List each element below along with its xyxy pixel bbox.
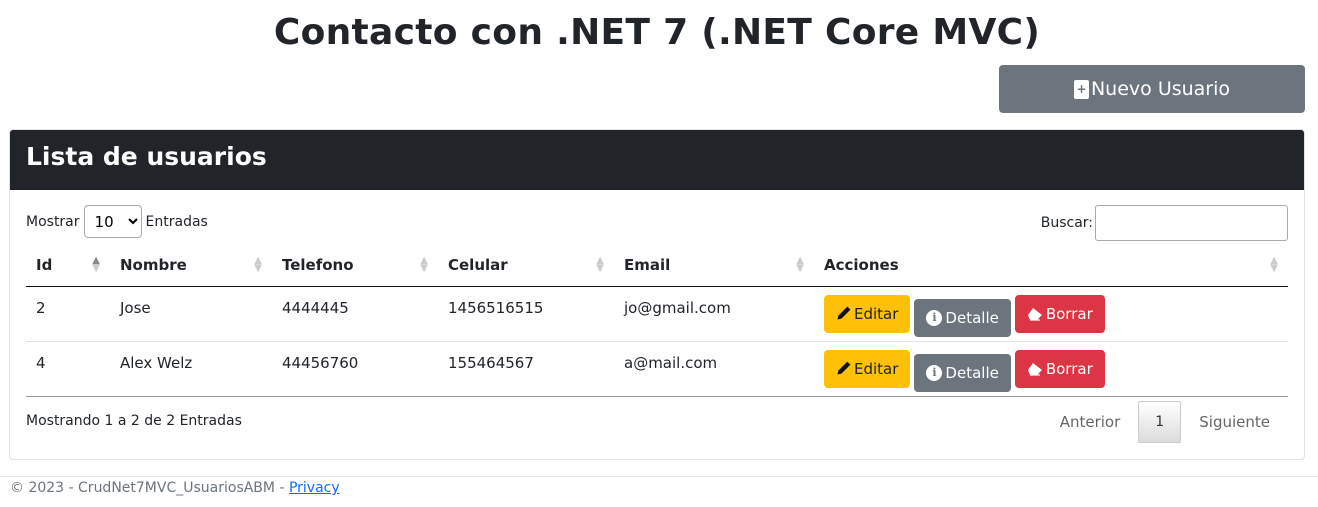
users-card: Lista de usuarios Mostrar 10 Entradas Bu… — [9, 129, 1305, 460]
pagination-page-current[interactable]: 1 — [1138, 401, 1182, 443]
table-header-row: Id ▲ ▼ Nombre ▲ ▼ Telefono ▲ ▼ Celular ▲ ▼ E… — [26, 245, 1288, 287]
cell-email: a@mail.com — [614, 341, 814, 397]
cell-celular: 155464567 — [438, 341, 614, 397]
delete-button-label: Borrar — [1045, 305, 1093, 323]
sort-icon: ▲ ▼ — [420, 255, 428, 274]
cell-nombre: Alex Welz — [110, 341, 272, 397]
cell-celular: 1456516515 — [438, 286, 614, 342]
column-header-label: Nombre — [120, 256, 187, 275]
cell-id: 4 — [26, 341, 110, 397]
column-header-label: Acciones — [824, 256, 899, 275]
cell-email: jo@gmail.com — [614, 286, 814, 342]
footer-text: © 2023 - CrudNet7MVC_UsuariosABM - — [10, 480, 289, 496]
table-row: 2 Jose 4444445 1456516515 jo@gmail.com E… — [26, 286, 1288, 342]
edit-button[interactable]: Editar — [824, 349, 911, 388]
search-control: Buscar: — [1041, 205, 1288, 241]
sort-icon: ▲ ▼ — [1270, 255, 1278, 274]
eraser-icon — [1027, 362, 1043, 376]
column-header-email[interactable]: Email ▲ ▼ — [614, 245, 814, 287]
detail-button[interactable]: i Detalle — [914, 353, 1011, 392]
column-header-celular[interactable]: Celular ▲ ▼ — [438, 245, 614, 287]
column-header-label: Celular — [448, 256, 508, 275]
pencil-icon — [836, 361, 851, 376]
sort-icon: ▲ ▼ — [596, 255, 604, 274]
privacy-link[interactable]: Privacy — [289, 480, 340, 496]
search-label: Buscar: — [1040, 215, 1093, 231]
column-header-label: Email — [624, 256, 671, 275]
edit-button-label: Editar — [854, 359, 899, 378]
info-circle-icon: i — [926, 309, 943, 326]
column-header-acciones[interactable]: Acciones ▲ ▼ — [814, 245, 1288, 287]
pagination-previous[interactable]: Anterior — [1042, 413, 1139, 431]
cell-actions: Editar i Detalle Borrar — [814, 341, 1288, 397]
column-header-label: Id — [36, 256, 53, 275]
column-header-nombre[interactable]: Nombre ▲ ▼ — [110, 245, 272, 287]
cell-actions: Editar i Detalle Borrar — [814, 286, 1288, 342]
delete-button[interactable]: Borrar — [1014, 295, 1105, 333]
plus-square-icon: + — [1073, 79, 1089, 99]
info-circle-icon: i — [926, 364, 943, 381]
pencil-icon — [836, 306, 851, 321]
cell-id: 2 — [26, 286, 110, 342]
length-suffix: Entradas — [145, 213, 208, 230]
delete-button-label: Borrar — [1045, 360, 1093, 378]
detail-button[interactable]: i Detalle — [914, 298, 1011, 337]
edit-button[interactable]: Editar — [824, 294, 911, 333]
card-title: Lista de usuarios — [26, 142, 267, 171]
edit-button-label: Editar — [854, 304, 899, 323]
sort-asc-icon: ▲ ▼ — [92, 255, 100, 274]
pagination: Anterior 1 Siguiente — [1042, 401, 1288, 443]
detail-button-label: Detalle — [945, 308, 999, 327]
table-info: Mostrando 1 a 2 de 2 Entradas — [26, 413, 242, 429]
cell-telefono: 4444445 — [272, 286, 438, 342]
cell-telefono: 44456760 — [272, 341, 438, 397]
new-user-button[interactable]: + Nuevo Usuario — [999, 65, 1305, 113]
length-control: Mostrar 10 Entradas — [26, 205, 208, 238]
entries-select[interactable]: 10 — [83, 205, 142, 238]
eraser-icon — [1027, 307, 1043, 321]
page-title: Contacto con .NET 7 (.NET Core MVC) — [273, 12, 1041, 53]
delete-button[interactable]: Borrar — [1014, 350, 1105, 388]
users-table: Id ▲ ▼ Nombre ▲ ▼ Telefono ▲ ▼ Celular ▲ ▼ E… — [26, 245, 1288, 397]
cell-nombre: Jose — [110, 286, 272, 342]
sort-icon: ▲ ▼ — [254, 255, 262, 274]
footer-divider — [0, 476, 1318, 477]
card-header: Lista de usuarios — [10, 130, 1304, 190]
new-user-button-label: Nuevo Usuario — [1090, 78, 1231, 100]
pagination-next[interactable]: Siguiente — [1181, 413, 1288, 431]
column-header-label: Telefono — [282, 256, 354, 275]
search-input[interactable] — [1095, 205, 1288, 241]
column-header-id[interactable]: Id ▲ ▼ — [26, 245, 110, 287]
footer: © 2023 - CrudNet7MVC_UsuariosABM - Priva… — [10, 480, 340, 496]
table-row: 4 Alex Welz 44456760 155464567 a@mail.co… — [26, 341, 1288, 397]
column-header-telefono[interactable]: Telefono ▲ ▼ — [272, 245, 438, 287]
sort-icon: ▲ ▼ — [796, 255, 804, 274]
detail-button-label: Detalle — [945, 363, 999, 382]
length-prefix: Mostrar — [26, 213, 80, 230]
